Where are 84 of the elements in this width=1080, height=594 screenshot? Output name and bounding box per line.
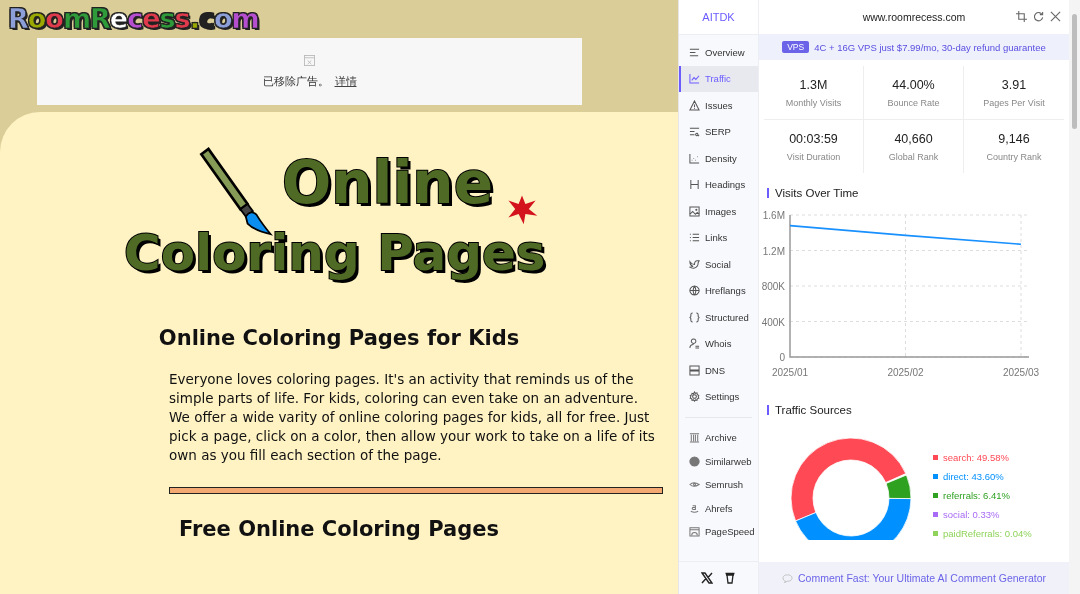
- nav-item[interactable]: Structured: [679, 304, 758, 331]
- promo-text: 4C + 16G VPS just $7.99/mo, 30-day refund guarantee: [814, 41, 1046, 53]
- section-title: Traffic Sources: [775, 404, 852, 416]
- section-title: Visits Over Time: [775, 187, 859, 199]
- tool-link[interactable]: PageSpeed: [679, 520, 758, 544]
- details-link[interactable]: 详情: [334, 73, 357, 89]
- nav-item[interactable]: Traffic: [679, 65, 758, 92]
- nav-item[interactable]: SERP: [679, 118, 758, 145]
- cup-icon[interactable]: [724, 572, 736, 584]
- nav-item[interactable]: Images: [679, 198, 758, 225]
- nav-item[interactable]: Hreflangs: [679, 277, 758, 304]
- promo-banner[interactable]: VPS 4C + 16G VPS just $7.99/mo, 30-day refund guarantee: [759, 34, 1069, 60]
- nav-item[interactable]: Social: [679, 251, 758, 278]
- y-tick-label: 1.6M: [762, 210, 785, 221]
- x-tick-label: 2025/03: [1002, 367, 1040, 378]
- stat-label: Global Rank: [888, 151, 939, 162]
- x-logo-icon[interactable]: [701, 572, 713, 584]
- links-icon: [689, 232, 700, 244]
- close-icon[interactable]: [1050, 11, 1061, 22]
- nav-item[interactable]: Overview: [679, 39, 758, 66]
- tool-link[interactable]: Semrush: [679, 473, 758, 497]
- nav-item[interactable]: Issues: [679, 92, 758, 119]
- serp-icon: [689, 126, 700, 138]
- speed-icon: [689, 526, 700, 538]
- scroll-bar[interactable]: [1069, 0, 1080, 594]
- site-logo[interactable]: RoomRecess.com: [0, 0, 259, 34]
- stat-value: 00:03:59: [789, 131, 838, 146]
- x-tick-label: 2025/01: [771, 367, 809, 378]
- tool-link[interactable]: Similarweb: [679, 449, 758, 473]
- similarweb-icon: [689, 455, 700, 467]
- footer-text: Comment Fast: Your Ultimate AI Comment Generator: [798, 572, 1046, 584]
- stat-label: Pages Per Visit: [983, 97, 1045, 108]
- stat-value: 44.00%: [892, 77, 935, 92]
- archive-icon: [689, 432, 700, 444]
- heading-icon: [689, 179, 700, 191]
- nav-item[interactable]: Density: [679, 145, 758, 172]
- stat-value: 40,660: [894, 131, 933, 146]
- stat-label: Visit Duration: [786, 151, 841, 162]
- stat-value: 9,146: [998, 131, 1030, 146]
- crop-icon[interactable]: [1016, 11, 1027, 22]
- vps-badge: VPS: [782, 41, 810, 53]
- stat-label: Monthly Visits: [785, 97, 842, 108]
- domain-title: www.roomrecess.com: [862, 11, 966, 23]
- y-tick-label: 1.2M: [762, 245, 785, 257]
- density-icon: [689, 152, 700, 164]
- nav-item[interactable]: Links: [679, 224, 758, 251]
- comment-icon: [782, 573, 793, 583]
- brand-logo: AITDK: [679, 0, 758, 35]
- chart-icon: [689, 73, 700, 85]
- warning-icon: [689, 99, 700, 111]
- refresh-icon[interactable]: [1033, 11, 1044, 22]
- nav-item[interactable]: Settings: [679, 383, 758, 410]
- stat-label: Country Rank: [986, 151, 1042, 162]
- nav-item[interactable]: Whois: [679, 330, 758, 357]
- bird-icon: [689, 258, 700, 270]
- y-tick-label: 0: [779, 352, 785, 363]
- intro-paragraph: Everyone loves coloring pages. It's an activity that reminds us of the simple parts of life. For kids, coloring can even take on an adventure. We offer a wide varity of online coloring pages for kids, all for free. Just pick a page, click on a color, then allow your work to take on a life of its own as you fill each section of the page.: [169, 370, 656, 465]
- banner-title: Online: [282, 154, 493, 212]
- section-heading: Free Online Coloring Pages: [178, 517, 500, 541]
- tool-link[interactable]: Ahrefs: [679, 496, 758, 520]
- legend-label[interactable]: referrals: 6.41%: [943, 489, 1011, 501]
- ahrefs-icon: [689, 502, 700, 514]
- image-icon: [689, 205, 700, 217]
- nav-item[interactable]: DNS: [679, 357, 758, 384]
- globe-icon: [689, 285, 700, 297]
- footer-banner[interactable]: Comment Fast: Your Ultimate AI Comment Generator: [759, 562, 1069, 594]
- y-tick-label: 800K: [761, 281, 785, 292]
- braces-icon: [689, 311, 700, 323]
- legend-label[interactable]: social: 0.33%: [943, 508, 1000, 520]
- page-heading: Online Coloring Pages for Kids: [157, 326, 521, 350]
- x-tick-label: 2025/02: [887, 367, 924, 378]
- y-tick-label: 400K: [761, 316, 785, 328]
- removed-ad-icon: [304, 54, 315, 66]
- tool-link[interactable]: Archive: [679, 426, 758, 450]
- stat-value: 3.91: [1001, 77, 1027, 92]
- ad-removed-text: 已移除广告。: [262, 73, 329, 89]
- stat-value: 1.3M: [799, 77, 828, 92]
- nav-item[interactable]: Headings: [679, 171, 758, 198]
- banner-title: Coloring Pages: [124, 228, 546, 278]
- list-icon: [689, 46, 700, 58]
- gear-icon: [689, 391, 700, 403]
- person-icon: [689, 338, 700, 350]
- stat-label: Bounce Rate: [887, 97, 940, 108]
- server-icon: [689, 364, 700, 376]
